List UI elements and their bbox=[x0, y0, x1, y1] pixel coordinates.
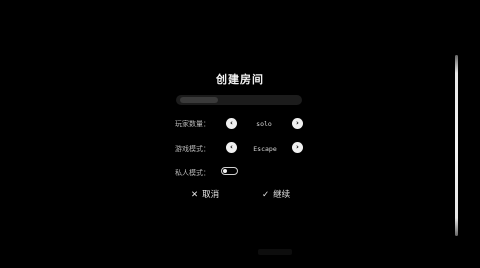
continue-label: 继续 bbox=[273, 190, 291, 200]
game-mode-prev-button[interactable]: ‹ bbox=[226, 142, 237, 153]
check-icon: ✓ bbox=[262, 190, 270, 200]
scrollbar[interactable] bbox=[455, 55, 458, 236]
player-count-value: solo bbox=[256, 120, 272, 128]
game-mode-value: Escape bbox=[253, 145, 277, 153]
toggle-knob bbox=[223, 169, 227, 173]
chevron-right-icon: › bbox=[296, 119, 299, 127]
private-mode-toggle[interactable] bbox=[221, 167, 238, 175]
continue-button[interactable]: ✓ 继续 bbox=[262, 188, 290, 200]
room-name-field[interactable] bbox=[176, 95, 302, 105]
room-name-input[interactable] bbox=[176, 95, 302, 105]
game-screen: 创建房间 玩家数量： ‹ solo › 游戏模式： ‹ Escape › 私人模… bbox=[0, 0, 480, 268]
game-mode-next-button[interactable]: › bbox=[292, 142, 303, 153]
close-icon: ✕ bbox=[191, 190, 199, 200]
chevron-left-icon: ‹ bbox=[230, 119, 233, 127]
dialog-title: 创建房间 bbox=[216, 73, 264, 86]
chevron-left-icon: ‹ bbox=[230, 143, 233, 151]
player-count-next-button[interactable]: › bbox=[292, 118, 303, 129]
chevron-right-icon: › bbox=[296, 143, 299, 151]
scrollbar-thumb[interactable] bbox=[455, 55, 458, 236]
cancel-button[interactable]: ✕ 取消 bbox=[191, 188, 219, 200]
cancel-label: 取消 bbox=[202, 190, 220, 200]
bottom-hint bbox=[258, 249, 292, 255]
